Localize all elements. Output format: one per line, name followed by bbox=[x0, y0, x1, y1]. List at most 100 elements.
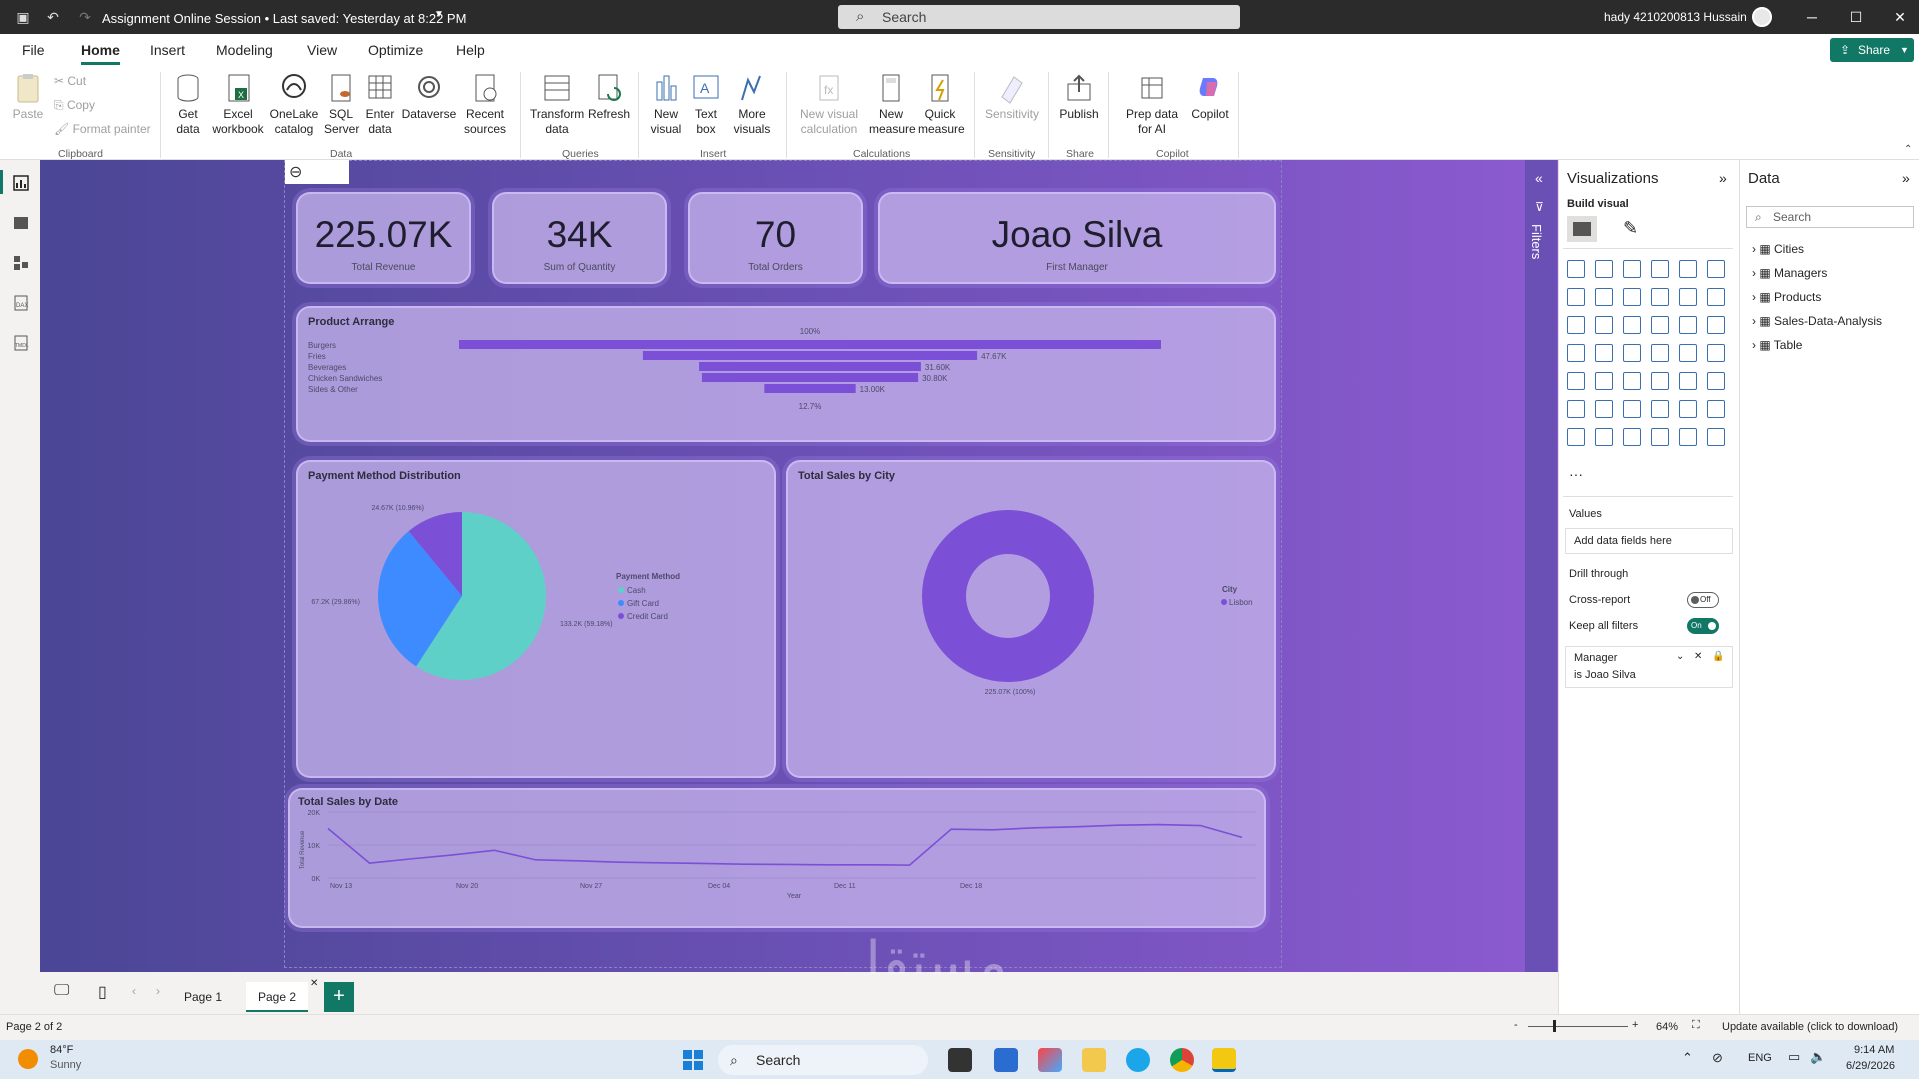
visual-type-icon[interactable] bbox=[1679, 260, 1697, 278]
remove-filter-icon[interactable]: ✕ bbox=[1694, 651, 1702, 662]
close-button[interactable]: ✕ bbox=[1888, 6, 1912, 28]
recent-sources-button[interactable]: Recent sources bbox=[460, 72, 510, 137]
table-item-table[interactable]: › ▦ Table bbox=[1752, 338, 1802, 352]
menu-view[interactable]: View bbox=[307, 42, 337, 58]
paste-button[interactable]: Paste bbox=[10, 72, 46, 122]
edge-icon[interactable] bbox=[1126, 1048, 1150, 1072]
build-visual-tab[interactable] bbox=[1567, 216, 1597, 242]
transform-data-button[interactable]: Transform data bbox=[528, 72, 586, 137]
visual-type-icon[interactable] bbox=[1651, 260, 1669, 278]
visual-type-icon[interactable] bbox=[1651, 372, 1669, 390]
kpi-card-manager[interactable]: Joao Silva First Manager bbox=[878, 192, 1276, 284]
desktop-layout-icon[interactable]: 🖵 bbox=[54, 982, 69, 1000]
visual-type-icon[interactable] bbox=[1707, 288, 1725, 306]
visual-type-icon[interactable] bbox=[1567, 260, 1585, 278]
dax-query-view-icon[interactable]: DAX bbox=[12, 294, 30, 312]
report-view-icon[interactable] bbox=[12, 174, 30, 192]
network-icon[interactable]: ⊘ bbox=[1712, 1050, 1723, 1066]
keep-filters-toggle[interactable]: On bbox=[1687, 618, 1719, 634]
prep-data-ai-button[interactable]: Prep data for AI bbox=[1114, 72, 1190, 137]
visual-type-icon[interactable] bbox=[1651, 288, 1669, 306]
visual-type-icon[interactable] bbox=[1679, 344, 1697, 362]
redo-icon[interactable]: ↷ bbox=[76, 8, 94, 26]
collapse-pane-icon[interactable]: » bbox=[1902, 170, 1910, 186]
visual-type-icon[interactable] bbox=[1679, 372, 1697, 390]
visual-type-icon[interactable] bbox=[1595, 372, 1613, 390]
update-notice[interactable]: Update available (click to download) bbox=[1722, 1021, 1898, 1033]
visual-type-icon[interactable] bbox=[1567, 288, 1585, 306]
quick-measure-button[interactable]: Quick measure bbox=[914, 72, 966, 137]
zoom-slider[interactable] bbox=[1528, 1026, 1628, 1027]
visual-type-icon[interactable] bbox=[1567, 400, 1585, 418]
menu-modeling[interactable]: Modeling bbox=[216, 42, 273, 58]
get-data-button[interactable]: Get data bbox=[168, 72, 208, 137]
menu-optimize[interactable]: Optimize bbox=[368, 42, 423, 58]
new-visual-button[interactable]: New visual bbox=[646, 72, 686, 137]
menu-file[interactable]: File bbox=[22, 42, 45, 58]
visual-type-icon[interactable] bbox=[1651, 400, 1669, 418]
undo-icon[interactable]: ↶ bbox=[44, 8, 62, 26]
visual-type-icon[interactable] bbox=[1707, 400, 1725, 418]
page-tab-1[interactable]: Page 1 bbox=[172, 982, 234, 1012]
kpi-card-quantity[interactable]: 34K Sum of Quantity bbox=[492, 192, 667, 284]
visual-type-icon[interactable] bbox=[1707, 428, 1725, 446]
visual-type-icon[interactable] bbox=[1567, 344, 1585, 362]
refresh-button[interactable]: Refresh bbox=[586, 72, 632, 122]
mobile-layout-icon[interactable]: ▯ bbox=[98, 982, 107, 1002]
visual-type-icon[interactable] bbox=[1623, 372, 1641, 390]
visual-type-icon[interactable] bbox=[1651, 344, 1669, 362]
search-input[interactable]: ⌕ Search bbox=[838, 5, 1240, 29]
onelake-catalog-button[interactable]: OneLake catalog bbox=[268, 72, 320, 137]
values-drop-zone[interactable]: Add data fields here bbox=[1565, 528, 1733, 554]
file-explorer-icon[interactable] bbox=[1082, 1048, 1106, 1072]
weather-icon[interactable] bbox=[18, 1049, 38, 1069]
visual-type-icon[interactable] bbox=[1679, 400, 1697, 418]
visual-type-icon[interactable] bbox=[1567, 372, 1585, 390]
visual-type-icon[interactable] bbox=[1623, 316, 1641, 334]
share-button[interactable]: ⇪ Share ▼ bbox=[1830, 38, 1914, 62]
cross-report-toggle[interactable]: Off bbox=[1687, 592, 1719, 608]
funnel-visual[interactable]: Product Arrange 100% Burgers Fries 47.67K Be… bbox=[296, 306, 1276, 442]
sensitivity-button[interactable]: Sensitivity bbox=[980, 72, 1044, 122]
visual-type-icon[interactable] bbox=[1679, 288, 1697, 306]
visual-type-icon[interactable] bbox=[1595, 400, 1613, 418]
new-visual-calculation-button[interactable]: fx New visual calculation bbox=[794, 72, 864, 137]
visual-type-icon[interactable] bbox=[1679, 316, 1697, 334]
data-search-input[interactable]: ⌕ Search bbox=[1746, 206, 1914, 228]
windows-start-icon[interactable] bbox=[682, 1049, 704, 1071]
sql-server-button[interactable]: SQL Server bbox=[322, 72, 360, 137]
visual-type-icon[interactable] bbox=[1595, 344, 1613, 362]
table-item-sales[interactable]: › ▦ Sales-Data-Analysis bbox=[1752, 314, 1882, 328]
visual-type-icon[interactable] bbox=[1595, 288, 1613, 306]
drill-filter-card[interactable]: Manager is Joao Silva ⌄ ✕ 🔒 bbox=[1565, 646, 1733, 688]
visual-type-icon[interactable] bbox=[1623, 288, 1641, 306]
page-tab-2[interactable]: Page 2 bbox=[246, 982, 308, 1012]
taskbar-search[interactable]: ⌕ Search bbox=[718, 1045, 928, 1075]
minimize-button[interactable]: ─ bbox=[1800, 6, 1824, 28]
volume-icon[interactable]: 🔈 bbox=[1810, 1049, 1826, 1065]
visual-type-icon[interactable] bbox=[1623, 400, 1641, 418]
line-visual[interactable]: Total Sales by Date Total Revenue 20K 10K 0… bbox=[288, 788, 1266, 928]
document-title[interactable]: Assignment Online Session • Last saved: … bbox=[102, 11, 466, 26]
avatar[interactable] bbox=[1752, 7, 1772, 27]
chrome-icon[interactable] bbox=[1170, 1048, 1194, 1072]
close-tab-icon[interactable]: ✕ bbox=[310, 978, 318, 989]
m365-icon[interactable] bbox=[1038, 1048, 1062, 1072]
zoom-slider-thumb[interactable] bbox=[1553, 1020, 1556, 1032]
excel-workbook-button[interactable]: X Excel workbook bbox=[210, 72, 266, 137]
zoom-out-button[interactable]: - bbox=[1514, 1019, 1518, 1031]
donut-visual[interactable]: Total Sales by City 225.07K (100%) City Li… bbox=[786, 460, 1276, 778]
more-visuals-icon[interactable]: ··· bbox=[1569, 466, 1583, 482]
store-icon[interactable] bbox=[994, 1048, 1018, 1072]
cut-button[interactable]: ✂ Cut bbox=[54, 74, 86, 88]
task-view-icon[interactable] bbox=[948, 1048, 972, 1072]
visual-type-icon[interactable] bbox=[1623, 260, 1641, 278]
chevron-down-icon[interactable]: ⌄ bbox=[1676, 651, 1684, 662]
menu-insert[interactable]: Insert bbox=[150, 42, 185, 58]
kpi-card-orders[interactable]: 70 Total Orders bbox=[688, 192, 863, 284]
chevron-down-icon[interactable]: ▼ bbox=[434, 9, 444, 20]
clock-time[interactable]: 9:14 AM bbox=[1854, 1044, 1894, 1056]
visual-type-icon[interactable] bbox=[1567, 316, 1585, 334]
visual-type-icon[interactable] bbox=[1595, 260, 1613, 278]
visual-type-icon[interactable] bbox=[1651, 428, 1669, 446]
